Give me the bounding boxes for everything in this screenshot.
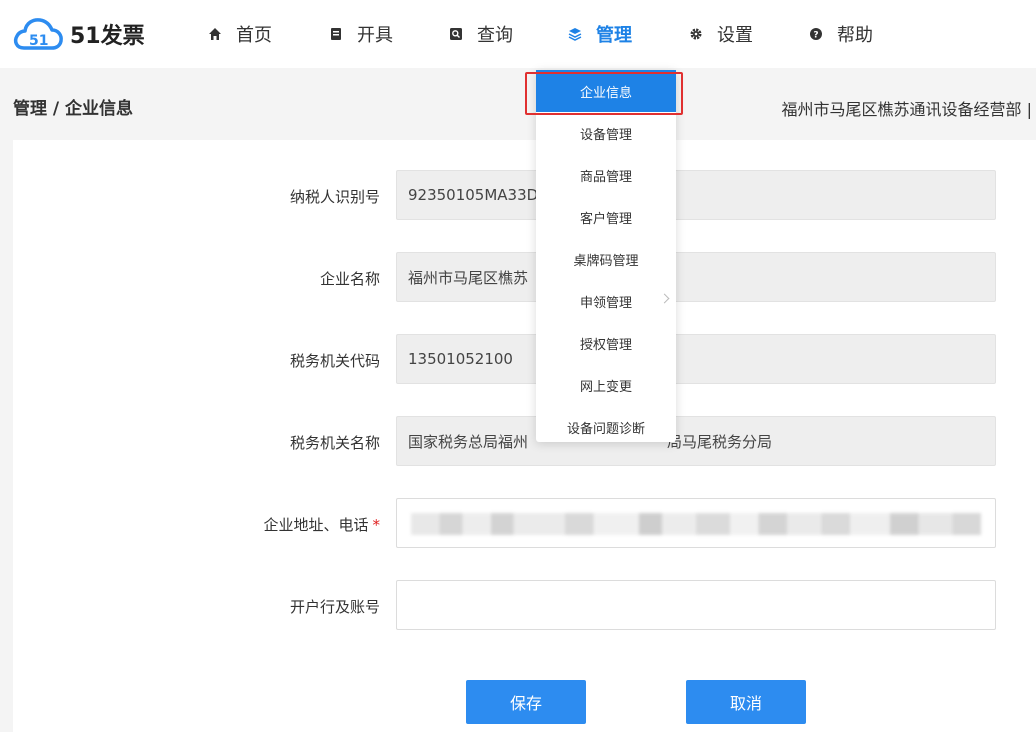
taxpayer-id-value: 92350105MA33D7 bbox=[408, 186, 548, 204]
tax-office-name-field: 国家税务总局福州 局马尾税务分局 bbox=[396, 416, 996, 466]
manage-dropdown-menu: 企业信息 设备管理 商品管理 客户管理 桌牌码管理 申领管理 授权管理 网上变更… bbox=[536, 70, 676, 442]
help-icon: ? bbox=[810, 28, 822, 41]
menu-item-authorization-management[interactable]: 授权管理 bbox=[536, 322, 676, 364]
required-mark: * bbox=[372, 516, 381, 534]
nav-issue[interactable]: 开具 bbox=[329, 20, 393, 48]
tax-office-code-label: 税务机关代码 bbox=[289, 352, 380, 370]
nav-manage[interactable]: 管理 bbox=[568, 20, 632, 48]
nav-manage-label: 管理 bbox=[596, 25, 632, 46]
breadcrumb: 管理 / 企业信息 bbox=[13, 99, 134, 119]
menu-item-customer-management[interactable]: 客户管理 bbox=[536, 196, 676, 238]
chevron-right-icon bbox=[659, 293, 670, 304]
bank-account-label: 开户行及账号 bbox=[289, 598, 380, 616]
address-phone-label-text: 企业地址、电话 bbox=[263, 516, 369, 534]
nav-query-label: 查询 bbox=[477, 25, 513, 46]
menu-item-product-management[interactable]: 商品管理 bbox=[536, 154, 676, 196]
nav-help-label: 帮助 bbox=[837, 25, 873, 46]
home-icon bbox=[209, 28, 221, 40]
redacted-content bbox=[411, 513, 981, 535]
menu-item-device-management[interactable]: 设备管理 bbox=[536, 112, 676, 154]
cloud-logo-icon: 51 bbox=[13, 18, 63, 50]
invoice-icon bbox=[331, 28, 341, 40]
nav-home-label: 首页 bbox=[236, 25, 272, 46]
gear-icon bbox=[690, 28, 702, 40]
menu-item-online-change[interactable]: 网上变更 bbox=[536, 364, 676, 406]
company-name-label: 企业名称 bbox=[319, 270, 380, 288]
tax-office-code-value: 13501052100 bbox=[408, 350, 513, 368]
company-name-value: 福州市马尾区樵苏 bbox=[408, 268, 529, 287]
taxpayer-id-field: 92350105MA33D7 bbox=[396, 170, 996, 220]
address-phone-label: 企业地址、电话 * bbox=[200, 514, 380, 535]
search-icon bbox=[450, 28, 462, 40]
menu-item-table-code-management[interactable]: 桌牌码管理 bbox=[536, 238, 676, 280]
menu-item-enterprise-info[interactable]: 企业信息 bbox=[536, 70, 676, 112]
save-button[interactable]: 保存 bbox=[466, 680, 586, 724]
bank-account-input[interactable] bbox=[396, 580, 996, 630]
tax-office-name-label: 税务机关名称 bbox=[289, 434, 380, 452]
brand-name: 51发票 bbox=[70, 24, 145, 49]
nav-settings[interactable]: 设置 bbox=[689, 20, 753, 48]
top-nav-bar: 51 51发票 首页 开具 查询 管理 设置 ? 帮助 bbox=[0, 0, 1036, 68]
current-company: 福州市马尾区樵苏通讯设备经营部 | bbox=[781, 100, 1032, 119]
menu-item-application-management[interactable]: 申领管理 bbox=[536, 280, 676, 322]
brand-logo[interactable]: 51 51发票 bbox=[12, 14, 145, 54]
nav-help[interactable]: ? 帮助 bbox=[809, 20, 873, 48]
tax-office-name-tail: 局马尾税务分局 bbox=[667, 432, 773, 451]
tax-office-name-value: 国家税务总局福州 bbox=[408, 432, 529, 451]
tax-office-code-field: 13501052100 bbox=[396, 334, 996, 384]
svg-text:51: 51 bbox=[29, 33, 48, 49]
company-name-field: 福州市马尾区樵苏 bbox=[396, 252, 996, 302]
menu-item-device-diagnosis[interactable]: 设备问题诊断 bbox=[536, 406, 676, 448]
svg-text:?: ? bbox=[813, 31, 818, 41]
cancel-button[interactable]: 取消 bbox=[686, 680, 806, 724]
nav-query[interactable]: 查询 bbox=[449, 20, 513, 48]
nav-issue-label: 开具 bbox=[357, 25, 393, 46]
nav-home[interactable]: 首页 bbox=[208, 20, 272, 48]
menu-item-application-label: 申领管理 bbox=[579, 295, 632, 311]
nav-settings-label: 设置 bbox=[717, 25, 753, 46]
taxpayer-id-label: 纳税人识别号 bbox=[289, 188, 380, 206]
layers-icon bbox=[568, 28, 582, 41]
address-phone-input[interactable] bbox=[396, 498, 996, 548]
